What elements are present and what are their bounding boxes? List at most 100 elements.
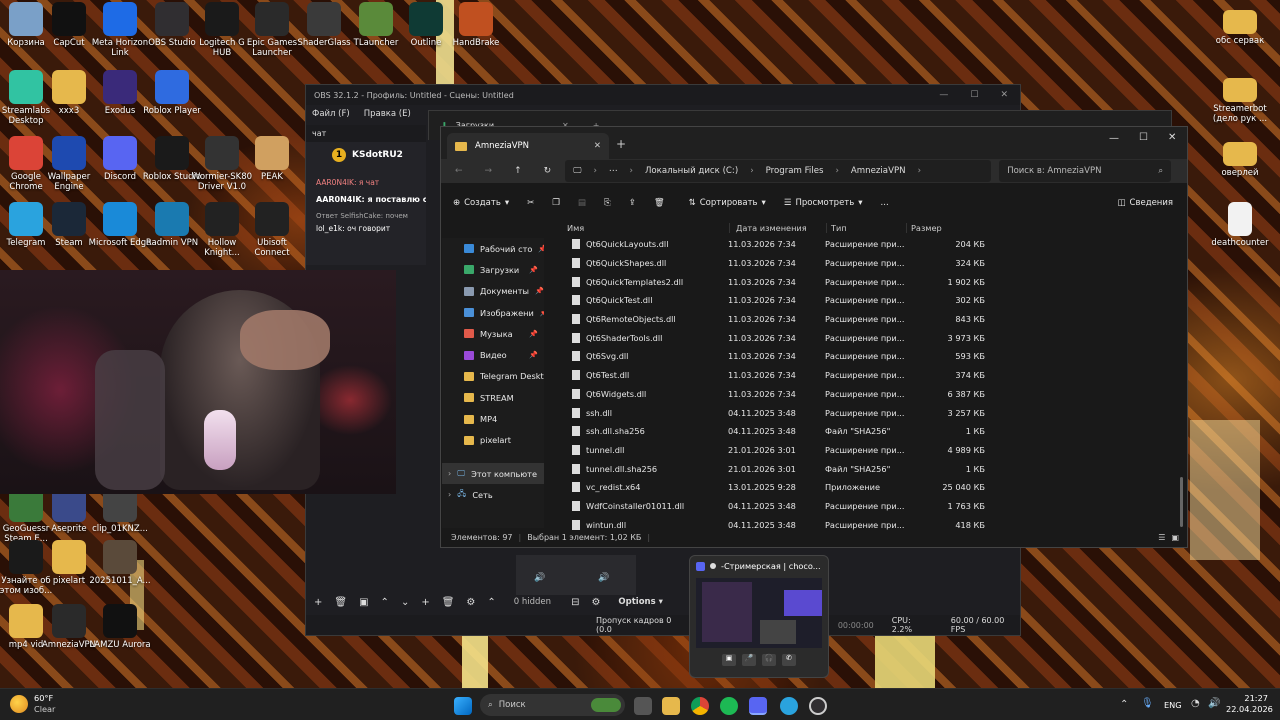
add-icon[interactable]: + bbox=[314, 597, 322, 608]
nav-item[interactable]: Telegram Deskto bbox=[442, 366, 544, 387]
maximize-icon[interactable]: ☐ bbox=[970, 90, 978, 100]
settings-icon[interactable]: ⚙ bbox=[591, 597, 600, 608]
mixer-mute-icon[interactable]: 🔊 bbox=[598, 573, 609, 583]
desktop-icon[interactable]: Roblox Player bbox=[140, 70, 204, 116]
table-row[interactable]: vc_redist.x64 13.01.2025 9:28 Приложение 25… bbox=[552, 478, 1182, 497]
desktop-icon[interactable]: deathcounter bbox=[1208, 202, 1272, 248]
minimize-icon[interactable]: — bbox=[1109, 133, 1119, 144]
options-button[interactable]: Options ▾ bbox=[612, 597, 668, 607]
telegram-icon[interactable] bbox=[780, 697, 798, 715]
discord-preview-popup[interactable]: -Стримерская | choco... ▣ 🎤 🎧 ✆ bbox=[689, 555, 829, 678]
forward-icon[interactable]: → bbox=[485, 166, 493, 176]
nav-item[interactable]: Загрузки 📌 bbox=[442, 259, 544, 280]
volume-icon[interactable]: 🔊 bbox=[1208, 698, 1220, 709]
table-row[interactable]: Qt6ShaderTools.dll 11.03.2026 7:34 Расшире… bbox=[552, 328, 1182, 347]
table-row[interactable]: ssh.dll 04.11.2025 3:48 Расширение при... 3… bbox=[552, 403, 1182, 422]
desktop-icon[interactable]: 20251011_A... bbox=[88, 540, 152, 586]
column-name[interactable]: Имя bbox=[553, 223, 729, 233]
back-icon[interactable]: ← bbox=[455, 166, 463, 176]
explorer-tab[interactable]: AmneziaVPN ✕ bbox=[447, 133, 609, 159]
mixer-icon[interactable]: ⊟ bbox=[571, 597, 579, 608]
column-size[interactable]: Размер bbox=[906, 223, 966, 233]
language-indicator[interactable]: ENG bbox=[1164, 700, 1182, 710]
delete-icon[interactable]: 🗑 bbox=[654, 198, 665, 208]
up-icon[interactable]: ⌃ bbox=[487, 597, 495, 608]
sort-button[interactable]: ⇅ Сортировать ▾ bbox=[689, 198, 766, 208]
table-row[interactable]: Qt6Test.dll 11.03.2026 7:34 Расширение при… bbox=[552, 366, 1182, 385]
cut-icon[interactable]: ✂ bbox=[527, 198, 534, 208]
tiles-view-icon[interactable]: ▣ bbox=[1171, 533, 1179, 542]
nav-item-network[interactable]: › 🖧 Сеть bbox=[442, 484, 544, 505]
add-icon[interactable]: + bbox=[421, 597, 429, 608]
delete-icon[interactable]: 🗑 bbox=[334, 597, 347, 608]
breadcrumb-item[interactable]: AmneziaVPN bbox=[851, 166, 906, 176]
nav-item[interactable]: STREAM bbox=[442, 387, 544, 408]
headset-icon[interactable]: 🎧 bbox=[762, 654, 776, 666]
chevron-up-icon[interactable]: ⌃ bbox=[1120, 699, 1128, 710]
table-row[interactable]: Qt6RemoteObjects.dll 11.03.2026 7:34 Расши… bbox=[552, 310, 1182, 329]
maximize-icon[interactable]: ☐ bbox=[1139, 132, 1148, 143]
up-icon[interactable]: ↑ bbox=[514, 166, 522, 176]
mic-icon[interactable]: 🎤 bbox=[742, 654, 756, 666]
table-row[interactable]: Qt6QuickTest.dll 11.03.2026 7:34 Расширени… bbox=[552, 291, 1182, 310]
close-tab-icon[interactable]: ✕ bbox=[594, 141, 601, 151]
view-button[interactable]: ☰ Просмотреть ▾ bbox=[784, 198, 863, 208]
hangup-icon[interactable]: ✆ bbox=[782, 654, 796, 666]
delete-icon[interactable]: 🗑 bbox=[442, 597, 455, 608]
desktop-icon[interactable]: обс сервак bbox=[1208, 4, 1272, 46]
breadcrumb-item[interactable]: Локальный диск (C:) bbox=[645, 166, 738, 176]
table-row[interactable]: wintun.dll 04.11.2025 3:48 Расширение при.… bbox=[552, 515, 1182, 532]
table-row[interactable]: tunnel.dll 21.01.2026 3:01 Расширение при.… bbox=[552, 441, 1182, 460]
copy-icon[interactable]: ❐ bbox=[552, 198, 560, 208]
close-icon[interactable]: ✕ bbox=[1168, 132, 1176, 143]
desktop-icon[interactable]: оверлей bbox=[1208, 136, 1272, 178]
task-view-icon[interactable] bbox=[634, 697, 652, 715]
desktop-icon[interactable]: LAMZU Aurora bbox=[88, 604, 152, 650]
table-row[interactable]: Qt6QuickShapes.dll 11.03.2026 7:34 Расшире… bbox=[552, 254, 1182, 273]
column-type[interactable]: Тип bbox=[826, 223, 906, 233]
obs-icon[interactable] bbox=[809, 697, 827, 715]
wifi-icon[interactable]: ◔ bbox=[1191, 698, 1200, 709]
weather-widget[interactable]: 60°F Clear bbox=[10, 693, 55, 715]
minimize-icon[interactable]: — bbox=[939, 90, 948, 100]
details-view-icon[interactable]: ☰ bbox=[1158, 533, 1165, 542]
table-row[interactable]: Qt6QuickLayouts.dll 11.03.2026 7:34 Расшир… bbox=[552, 235, 1182, 254]
breadcrumb[interactable]: 🖵 › ⋯ › Локальный диск (C:) › Program Fi… bbox=[565, 160, 992, 182]
clock[interactable]: 21:27 22.04.2026 bbox=[1226, 693, 1273, 715]
mixer-mute-icon[interactable]: 🔊 bbox=[534, 573, 545, 583]
menu-file[interactable]: Файл (F) bbox=[312, 109, 350, 119]
camera-icon[interactable]: ▣ bbox=[722, 654, 736, 666]
table-row[interactable]: WdfCoinstaller01011.dll 04.11.2025 3:48 Ра… bbox=[552, 497, 1182, 516]
file-explorer-icon[interactable] bbox=[662, 697, 680, 715]
share-icon[interactable]: ⇪ bbox=[629, 198, 636, 208]
rename-icon[interactable]: ⎘ bbox=[604, 198, 611, 208]
refresh-icon[interactable]: ↻ bbox=[544, 166, 552, 176]
search-box[interactable]: Поиск в: AmneziaVPN ⌕ bbox=[999, 160, 1172, 182]
column-date[interactable]: Дата изменения bbox=[729, 223, 826, 233]
nav-item[interactable]: MP4 bbox=[442, 408, 544, 429]
paste-icon[interactable]: ▤ bbox=[578, 198, 586, 208]
create-button[interactable]: ⊕ Создать ▾ bbox=[453, 198, 509, 208]
discord-icon[interactable] bbox=[749, 697, 767, 715]
desktop-icon[interactable]: Ubisoft Connect bbox=[240, 202, 304, 258]
nav-item[interactable]: Документы 📌 bbox=[442, 281, 544, 302]
breadcrumb-item[interactable]: Program Files bbox=[766, 166, 824, 176]
gear-icon[interactable]: ⚙ bbox=[466, 597, 475, 608]
new-tab-icon[interactable]: + bbox=[616, 137, 626, 151]
menu-edit[interactable]: Правка (E) bbox=[364, 109, 411, 119]
table-row[interactable]: Qt6Widgets.dll 11.03.2026 7:34 Расширение … bbox=[552, 385, 1182, 404]
spotify-icon[interactable] bbox=[720, 697, 738, 715]
taskbar-search[interactable]: ⌕ Поиск bbox=[480, 694, 625, 716]
table-row[interactable]: Qt6Svg.dll 11.03.2026 7:34 Расширение при.… bbox=[552, 347, 1182, 366]
nav-item[interactable]: Видео 📌 bbox=[442, 344, 544, 365]
mic-icon[interactable]: 🎙 bbox=[1141, 698, 1154, 709]
table-row[interactable]: tunnel.dll.sha256 21.01.2026 3:01 Файл "SH… bbox=[552, 459, 1182, 478]
filter-icon[interactable]: ▣ bbox=[359, 597, 368, 608]
desktop-icon[interactable]: Streamerbot (дело рук ... bbox=[1208, 72, 1272, 124]
nav-item[interactable]: Музыка 📌 bbox=[442, 323, 544, 344]
chrome-icon[interactable] bbox=[691, 697, 709, 715]
nav-item[interactable]: pixelart bbox=[442, 430, 544, 451]
desktop-icon[interactable]: PEAK bbox=[240, 136, 304, 182]
table-row[interactable]: Qt6QuickTemplates2.dll 11.03.2026 7:34 Рас… bbox=[552, 272, 1182, 291]
start-icon[interactable] bbox=[454, 697, 472, 715]
